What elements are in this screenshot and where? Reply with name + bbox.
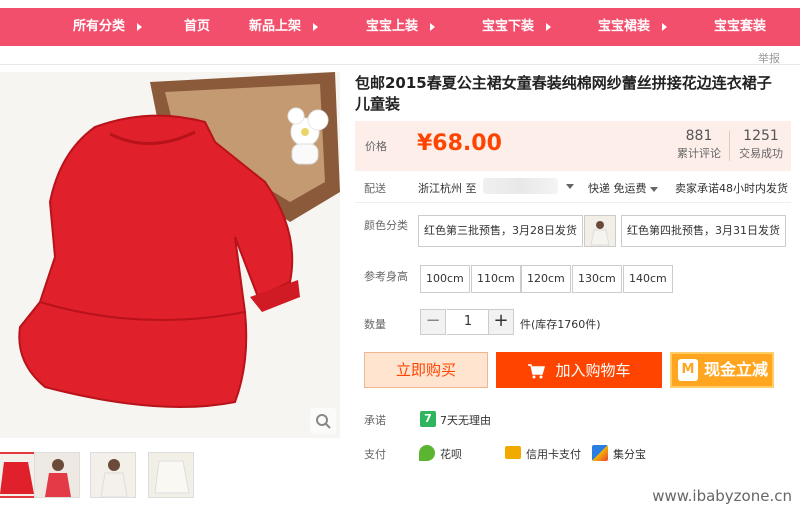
- cash-discount-button[interactable]: M 现金立减: [670, 352, 774, 388]
- huabei-icon: [419, 445, 435, 461]
- seven-day-return-icon: 7: [420, 411, 436, 427]
- promo-label: 现金立减: [704, 360, 769, 379]
- nav-item-home[interactable]: 首页: [184, 8, 210, 46]
- promise-label: 承诺: [364, 414, 386, 427]
- thumbnail-3[interactable]: [90, 452, 136, 498]
- payment-label: 支付: [364, 448, 386, 461]
- nav-arrow-icon: [546, 22, 552, 31]
- chevron-down-icon[interactable]: [566, 184, 574, 189]
- size-option-100[interactable]: 100cm: [420, 265, 470, 293]
- thumbnail-1[interactable]: [0, 452, 38, 498]
- color-option-2[interactable]: 红色第四批预售，3月31日发货: [621, 215, 786, 247]
- size-label: 参考身高: [364, 270, 408, 283]
- credit-card-icon: [505, 446, 521, 459]
- destination-selector[interactable]: [483, 178, 558, 194]
- thumbnail-2[interactable]: [34, 452, 80, 498]
- stat-divider: [729, 131, 730, 161]
- top-nav: 所有分类 首页 新品上架 宝宝上装 宝宝下装 宝宝裙装 宝宝套装: [0, 8, 800, 46]
- divider: [0, 64, 800, 65]
- color-label: 颜色分类: [364, 219, 408, 232]
- thumbnail-4[interactable]: [148, 452, 194, 498]
- nav-item-baby-sets[interactable]: 宝宝套装: [714, 8, 766, 46]
- add-to-cart-label: 加入购物车: [555, 361, 631, 380]
- sales-label: 交易成功: [739, 147, 783, 160]
- nav-item-baby-tops[interactable]: 宝宝上装: [366, 8, 436, 46]
- zoom-icon[interactable]: [310, 408, 336, 434]
- jifenbao-icon: [592, 445, 608, 461]
- promise-text: 7天无理由: [440, 414, 491, 427]
- nav-item-new-arrivals[interactable]: 新品上架: [249, 8, 319, 46]
- main-product-image[interactable]: [0, 72, 340, 438]
- quantity-decrease-button[interactable]: −: [420, 309, 446, 335]
- divider: [355, 202, 791, 203]
- chevron-down-icon: [650, 186, 658, 192]
- stock-text: 件(库存1760件): [520, 318, 601, 331]
- price-box: 价格 ¥68.00 881 累计评论 1251 交易成功: [355, 121, 791, 171]
- shipping-method[interactable]: 快递 免运费: [588, 180, 658, 196]
- nav-arrow-icon: [313, 22, 319, 31]
- price-label: 价格: [365, 140, 387, 153]
- color-option-image[interactable]: [584, 215, 616, 247]
- nav-item-all-categories[interactable]: 所有分类: [73, 8, 143, 46]
- reviews-stat[interactable]: 881 累计评论: [673, 126, 725, 162]
- shipping-label: 配送: [364, 182, 386, 195]
- nav-arrow-icon: [662, 22, 668, 31]
- cart-icon: [528, 363, 546, 378]
- price-value: ¥68.00: [417, 131, 502, 156]
- size-option-110[interactable]: 110cm: [471, 265, 521, 293]
- payment-credit-card: 信用卡支付: [526, 448, 581, 461]
- size-option-140[interactable]: 140cm: [623, 265, 673, 293]
- reviews-count: 881: [685, 128, 713, 144]
- reviews-label: 累计评论: [677, 147, 721, 160]
- sales-stat: 1251 交易成功: [733, 126, 789, 162]
- size-option-130[interactable]: 130cm: [572, 265, 622, 293]
- nav-item-baby-dresses[interactable]: 宝宝裙装: [598, 8, 668, 46]
- watermark: www.ibabyzone.cn: [652, 487, 792, 505]
- nav-arrow-icon: [137, 22, 143, 31]
- nav-arrow-icon: [430, 22, 436, 31]
- shipping-from: 浙江杭州 至: [418, 182, 477, 195]
- shipping-promise: 卖家承诺48小时内发货: [675, 182, 788, 195]
- dress-illustration: [0, 72, 340, 438]
- nav-item-baby-bottoms[interactable]: 宝宝下装: [482, 8, 552, 46]
- add-to-cart-button[interactable]: 加入购物车: [496, 352, 662, 388]
- size-option-120[interactable]: 120cm: [521, 265, 571, 293]
- sales-count: 1251: [743, 128, 779, 144]
- payment-jifenbao: 集分宝: [613, 448, 646, 461]
- quantity-label: 数量: [364, 318, 386, 331]
- product-title: 包邮2015春夏公主裙女童春装纯棉网纱蕾丝拼接花边连衣裙子儿童装: [355, 74, 772, 113]
- payment-huabei: 花呗: [440, 448, 462, 461]
- color-option-1[interactable]: 红色第三批预售，3月28日发货: [418, 215, 583, 247]
- quantity-increase-button[interactable]: +: [488, 309, 514, 335]
- buy-now-button[interactable]: 立即购买: [364, 352, 488, 388]
- quantity-input[interactable]: 1: [447, 309, 489, 335]
- coupon-icon: M: [678, 359, 698, 381]
